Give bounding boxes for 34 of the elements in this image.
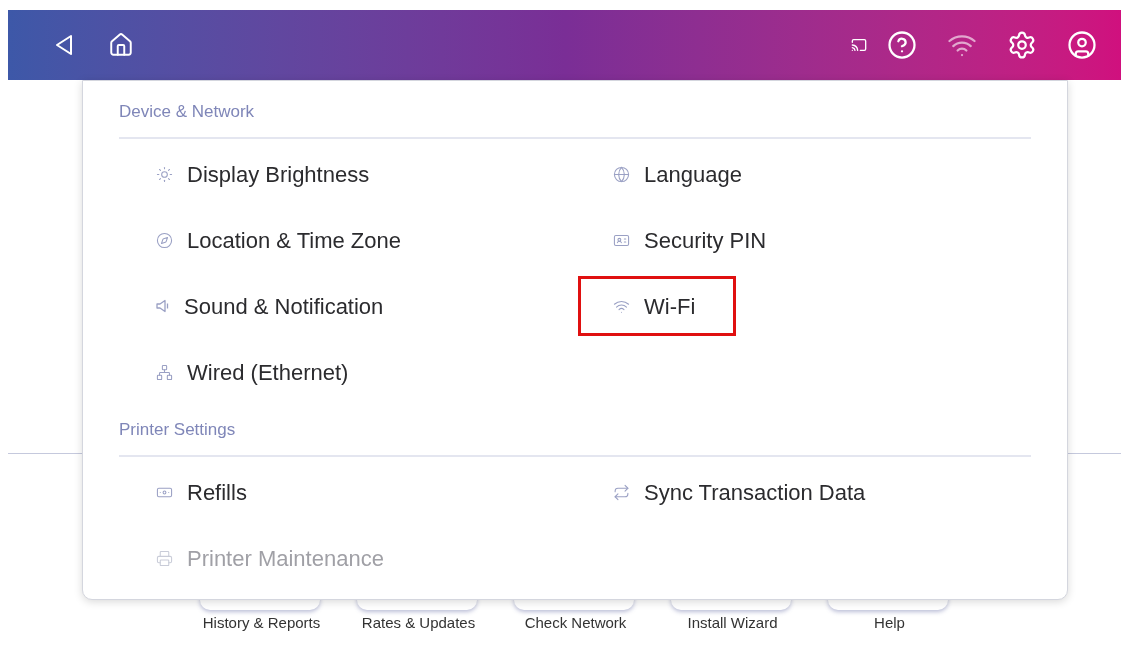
back-icon	[54, 33, 74, 57]
menu-item[interactable]: Language	[578, 144, 783, 204]
printer-icon	[156, 549, 173, 567]
home-button[interactable]	[108, 32, 134, 58]
section-heading: Printer Settings	[119, 419, 236, 442]
tile-label[interactable]: Install Wizard	[672, 590, 793, 656]
menu-item[interactable]: Refills	[121, 462, 288, 522]
account-icon	[1067, 30, 1097, 60]
speaker-icon	[156, 299, 170, 313]
sync-icon	[613, 483, 630, 501]
account-button[interactable]	[1067, 30, 1097, 60]
menu-item[interactable]: Wired (Ethernet)	[121, 342, 390, 402]
globe-icon	[613, 165, 630, 183]
help-button[interactable]	[887, 30, 917, 60]
settings-button[interactable]	[1007, 30, 1037, 60]
menu-item[interactable]: Security PIN	[578, 210, 808, 270]
menu-item[interactable]: Sound & Notification	[121, 276, 425, 336]
section-heading: Device & Network	[119, 101, 255, 124]
menu-item[interactable]: Wi-Fi	[578, 276, 737, 336]
sun-icon	[156, 165, 173, 183]
cast-button[interactable]	[851, 37, 867, 53]
help-icon	[887, 30, 917, 60]
menu-item[interactable]: Location & Time Zone	[121, 210, 442, 270]
settings-icon	[1007, 30, 1037, 60]
network-icon	[156, 363, 173, 381]
home-icon	[108, 32, 134, 58]
tile-label[interactable]: Rates & Updates	[358, 590, 479, 656]
tile-label[interactable]: History & Reports	[201, 590, 322, 656]
tile-label[interactable]: Check Network	[515, 590, 636, 656]
menu-item[interactable]: Display Brightness	[121, 144, 411, 204]
menu-item[interactable]: Sync Transaction Data	[578, 462, 907, 522]
tile-label[interactable]: Help	[829, 590, 950, 656]
cast-icon	[851, 37, 867, 53]
compass-icon	[156, 231, 173, 249]
